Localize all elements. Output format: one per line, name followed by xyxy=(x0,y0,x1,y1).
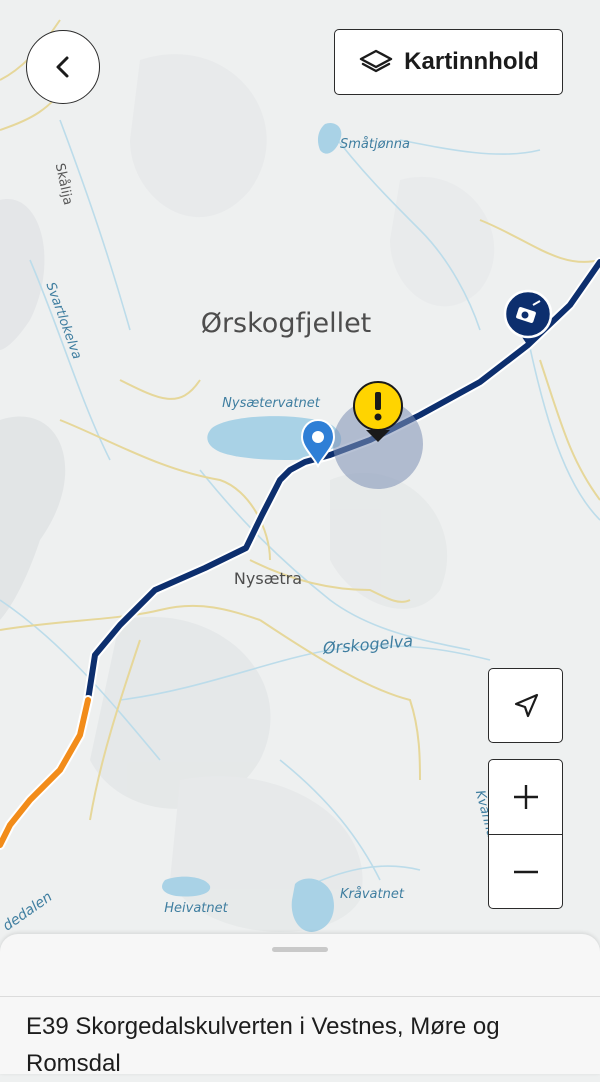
zoom-out-button[interactable] xyxy=(489,835,562,908)
layers-icon xyxy=(359,49,393,73)
plus-icon xyxy=(513,785,538,809)
my-location-button[interactable] xyxy=(488,668,563,743)
bottom-sheet[interactable]: E39 Skorgedalskulverten i Vestnes, Møre … xyxy=(0,934,600,1077)
sheet-divider xyxy=(0,996,600,997)
chevron-left-icon xyxy=(56,56,69,78)
label-lake-nysaetervatnet: Nysætervatnet xyxy=(222,396,321,411)
label-village: Nysætra xyxy=(234,569,302,588)
zoom-controls xyxy=(488,759,563,909)
label-mountain: Ørskogfjellet xyxy=(201,308,372,339)
incident-title: E39 Skorgedalskulverten i Vestnes, Møre … xyxy=(26,1013,500,1077)
map-content-button[interactable]: Kartinnhold xyxy=(334,29,563,95)
navigation-arrow-icon xyxy=(514,693,538,717)
back-button[interactable] xyxy=(26,30,100,104)
drag-handle[interactable] xyxy=(272,947,328,952)
label-lake-smatjonna: Småtjønna xyxy=(340,137,410,152)
map-content-label: Kartinnhold xyxy=(404,48,539,75)
zoom-in-button[interactable] xyxy=(489,760,562,835)
label-lake-kravatnet: Kråvatnet xyxy=(340,887,405,902)
minus-icon xyxy=(513,870,538,874)
label-lake-heivatnet: Heivatnet xyxy=(164,901,228,916)
